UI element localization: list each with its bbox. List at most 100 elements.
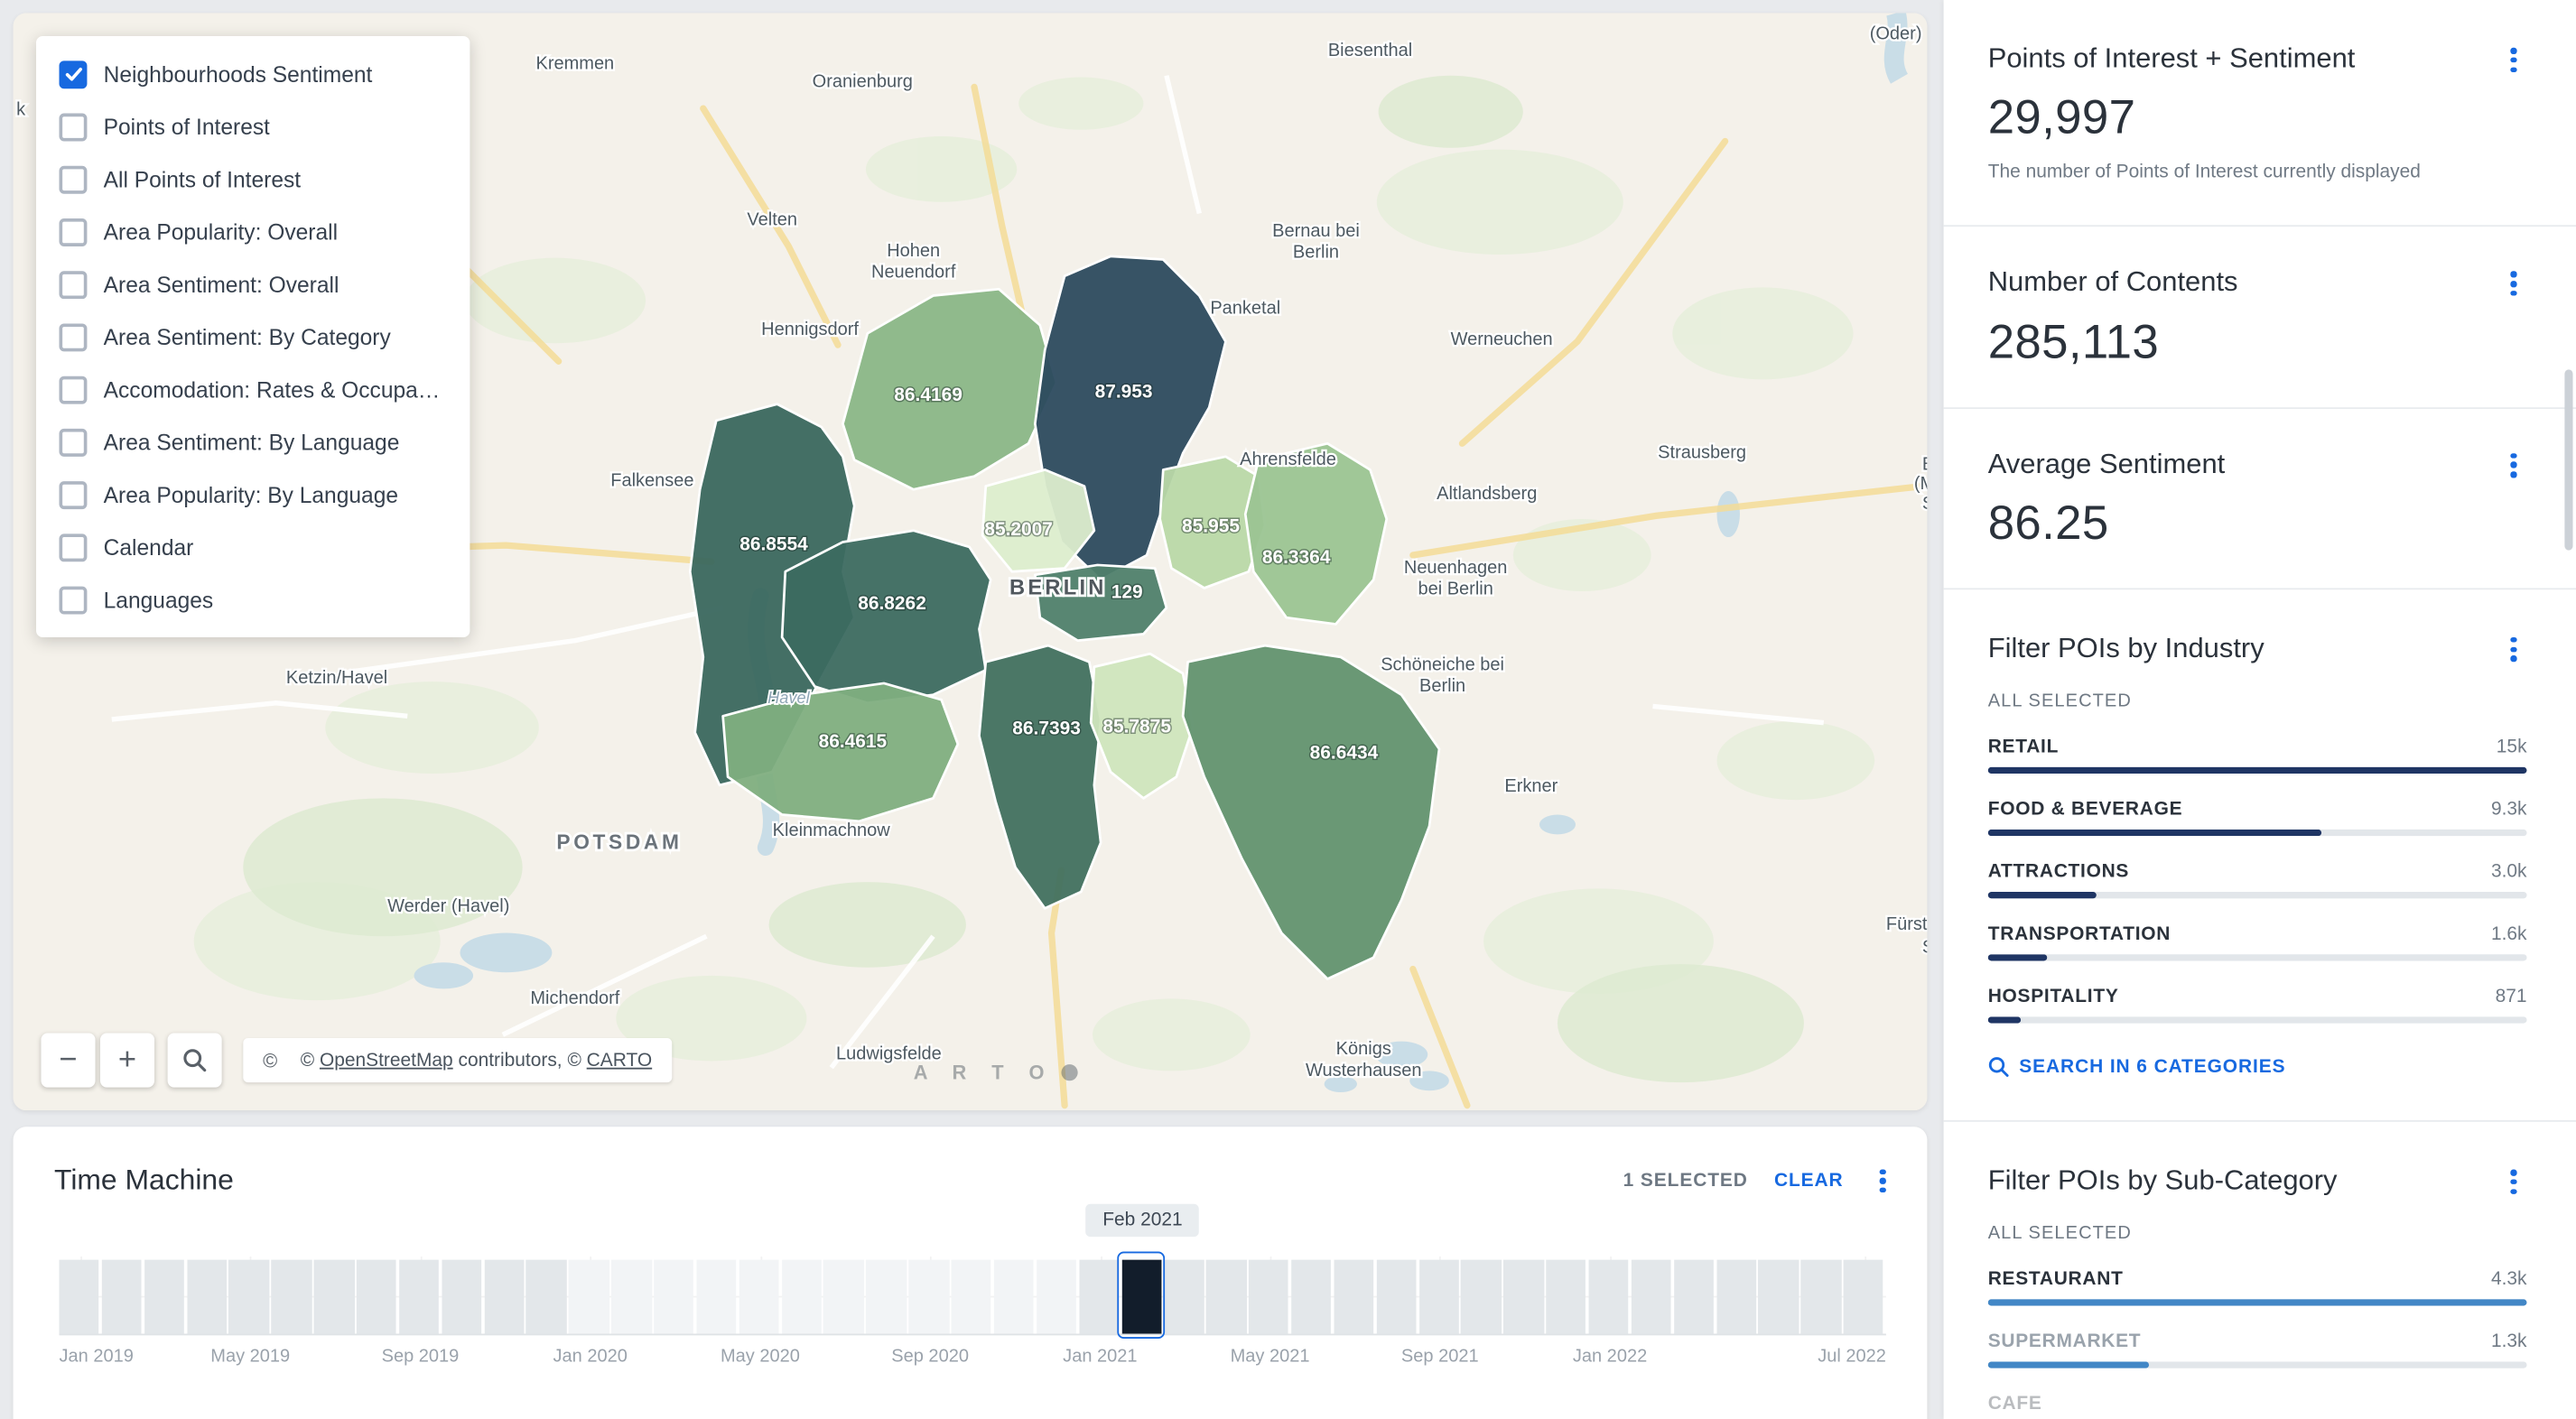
widget-filter-subcategory: Filter POIs by Sub-Category ALL SELECTED… — [1944, 1122, 2576, 1419]
widget-options-icon[interactable] — [2500, 42, 2526, 76]
zoom-out-button[interactable]: − — [41, 1034, 95, 1088]
timeline-bar[interactable] — [102, 1260, 142, 1334]
widget-options-icon[interactable] — [2500, 632, 2526, 665]
map-canvas[interactable]: 86.416987.95386.855485.200785.95586.3364… — [14, 14, 1928, 1110]
category-row[interactable]: RESTAURANT4.3k — [1988, 1270, 2527, 1306]
timeline-bar[interactable] — [1461, 1260, 1501, 1334]
layer-checkbox[interactable] — [60, 428, 88, 456]
timeline-bar[interactable] — [1334, 1260, 1373, 1334]
timeline-chart[interactable]: Feb 2021 — [60, 1257, 1886, 1335]
timeline-bar[interactable] — [1249, 1260, 1288, 1334]
map-search-button[interactable] — [168, 1034, 222, 1088]
widget-options-icon[interactable] — [1870, 1164, 1896, 1197]
timeline-selection[interactable] — [1117, 1252, 1165, 1339]
timeline-bar[interactable] — [569, 1260, 609, 1334]
timeline-bar[interactable] — [1037, 1260, 1076, 1334]
map-place-label: Altlandsberg — [1437, 484, 1537, 504]
timeline-bar[interactable] — [526, 1260, 566, 1334]
timeline-bar[interactable] — [1079, 1260, 1119, 1334]
carto-link[interactable]: CARTO — [587, 1051, 652, 1071]
layer-toggle-item[interactable]: All Points of Interest — [36, 153, 470, 205]
timeline-bar[interactable] — [739, 1260, 778, 1334]
timeline-bar[interactable] — [187, 1260, 227, 1334]
timeline-bar[interactable] — [1801, 1260, 1841, 1334]
widget-options-icon[interactable] — [2500, 266, 2526, 300]
layer-toggle-item[interactable]: Points of Interest — [36, 100, 470, 153]
layer-toggle-item[interactable]: Neighbourhoods Sentiment — [36, 48, 470, 100]
search-in-categories-button[interactable]: SEARCH IN 6 CATEGORIES — [1988, 1056, 2527, 1078]
timeline-bar[interactable] — [1588, 1260, 1628, 1334]
copyright-icon[interactable]: © — [263, 1049, 277, 1071]
timeline-bar[interactable] — [1164, 1260, 1204, 1334]
timeline-bar[interactable] — [1844, 1260, 1883, 1334]
category-row[interactable]: ATTRACTIONS3.0k — [1988, 862, 2527, 898]
layer-checkbox[interactable] — [60, 376, 88, 403]
timeline-bar[interactable] — [867, 1260, 907, 1334]
timeline-bar[interactable] — [314, 1260, 354, 1334]
widget-options-icon[interactable] — [2500, 448, 2526, 481]
timeline-bar[interactable] — [1206, 1260, 1246, 1334]
timeline-bar[interactable] — [994, 1260, 1034, 1334]
layer-checkbox[interactable] — [60, 586, 88, 614]
layer-toggle-item[interactable]: Accomodation: Rates & Occupa… — [36, 363, 470, 415]
category-row[interactable]: SUPERMARKET1.3k — [1988, 1332, 2527, 1368]
timeline-bar[interactable] — [357, 1260, 396, 1334]
timeline-bar[interactable] — [60, 1260, 99, 1334]
layer-checkbox[interactable] — [60, 533, 88, 561]
category-row[interactable]: HOSPITALITY871 — [1988, 988, 2527, 1024]
widget-options-icon[interactable] — [2500, 1164, 2526, 1198]
category-row[interactable]: RETAIL15k — [1988, 737, 2527, 774]
layer-checkbox[interactable] — [60, 323, 88, 351]
category-count: 871 — [2496, 988, 2527, 1007]
category-row[interactable]: CAFE — [1988, 1395, 2527, 1419]
layer-toggle-item[interactable]: Area Sentiment: By Category — [36, 311, 470, 363]
sidebar-scrollbar[interactable] — [2564, 369, 2572, 550]
openstreetmap-link[interactable]: OpenStreetMap — [320, 1051, 453, 1071]
category-row[interactable]: FOOD & BEVERAGE9.3k — [1988, 800, 2527, 836]
layer-checkbox[interactable] — [60, 113, 88, 141]
timeline-bar[interactable] — [1291, 1260, 1331, 1334]
timeline-bar[interactable] — [611, 1260, 651, 1334]
map-place-label: Kleinmachnow — [773, 821, 891, 840]
timeline-axis-label: May 2019 — [210, 1347, 290, 1367]
category-row-head: RETAIL15k — [1988, 737, 2527, 757]
timeline-bar[interactable] — [1716, 1260, 1756, 1334]
timeline-bar[interactable] — [1632, 1260, 1671, 1334]
zoom-in-button[interactable]: + — [100, 1034, 154, 1088]
layer-checkbox[interactable] — [60, 270, 88, 298]
timeline-bar[interactable] — [1418, 1260, 1458, 1334]
timeline-bar[interactable] — [1759, 1260, 1799, 1334]
timeline-bar[interactable] — [824, 1260, 864, 1334]
category-label: RETAIL — [1988, 737, 2059, 757]
layer-toggle-item[interactable]: Languages — [36, 573, 470, 626]
layer-toggle-item[interactable]: Area Popularity: Overall — [36, 205, 470, 257]
clear-selection-button[interactable]: CLEAR — [1774, 1170, 1844, 1190]
timeline-bar[interactable] — [229, 1260, 269, 1334]
layer-checkbox[interactable] — [60, 165, 88, 193]
timeline-bar[interactable] — [144, 1260, 184, 1334]
layer-toggle-item[interactable]: Area Sentiment: Overall — [36, 258, 470, 311]
time-machine-title: Time Machine — [54, 1163, 234, 1197]
layer-toggle-item[interactable]: Area Sentiment: By Language — [36, 415, 470, 468]
layer-checkbox[interactable] — [60, 480, 88, 508]
timeline-bar[interactable] — [952, 1260, 991, 1334]
timeline-bar[interactable] — [1674, 1260, 1714, 1334]
timeline-bar[interactable] — [272, 1260, 312, 1334]
layer-toggle-item[interactable]: Calendar — [36, 521, 470, 573]
layer-checkbox[interactable] — [60, 60, 88, 88]
timeline-bar[interactable] — [399, 1260, 439, 1334]
timeline-bar[interactable] — [654, 1260, 693, 1334]
timeline-bar[interactable] — [696, 1260, 736, 1334]
timeline-bar[interactable] — [442, 1260, 481, 1334]
timeline-bar[interactable] — [1503, 1260, 1543, 1334]
map-place-label: Michendorf — [530, 988, 619, 1008]
layer-checkbox[interactable] — [60, 218, 88, 246]
category-row[interactable]: TRANSPORTATION1.6k — [1988, 924, 2527, 960]
timeline-bar[interactable] — [484, 1260, 524, 1334]
layer-toggle-item[interactable]: Area Popularity: By Language — [36, 468, 470, 521]
timeline-bar[interactable] — [1376, 1260, 1416, 1334]
timeline-bar[interactable] — [1546, 1260, 1586, 1334]
timeline-bar[interactable] — [781, 1260, 821, 1334]
timeline-bar[interactable] — [909, 1260, 949, 1334]
district-polygon[interactable] — [782, 531, 990, 703]
